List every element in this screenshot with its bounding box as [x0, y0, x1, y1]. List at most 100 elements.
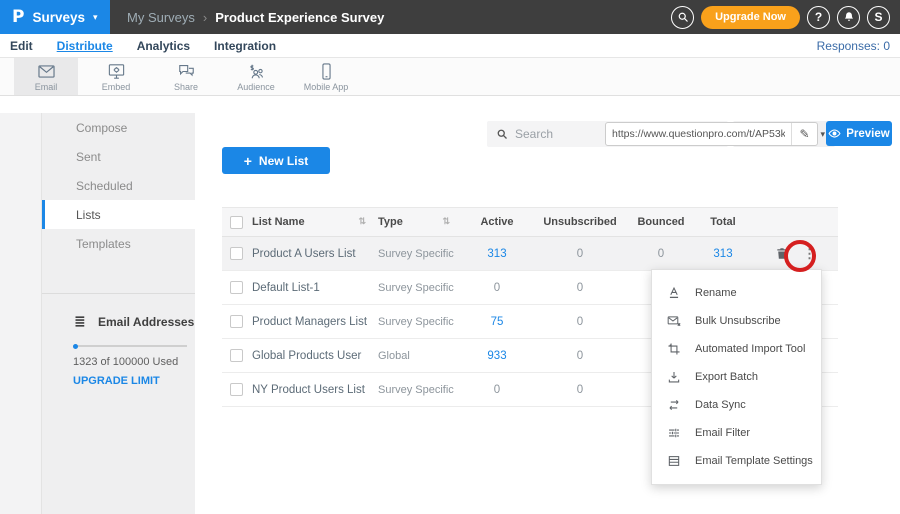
column-header-unsubscribed: Unsubscribed — [532, 216, 628, 228]
sidebar-item-scheduled[interactable]: Scheduled — [42, 171, 195, 200]
list-name-link[interactable]: Default List-1 — [252, 282, 378, 294]
row-checkbox[interactable] — [230, 315, 243, 328]
help-button[interactable]: ? — [807, 6, 830, 29]
breadcrumb-my-surveys[interactable]: My Surveys — [127, 10, 195, 25]
active-count[interactable]: 313 — [462, 248, 532, 260]
list-name-link[interactable]: NY Product Users List — [252, 384, 378, 396]
menu-item-export-batch[interactable]: Export Batch — [652, 363, 821, 391]
envelope-remove-icon — [667, 314, 681, 328]
channel-tab-mobile-app[interactable]: Mobile App — [294, 58, 358, 95]
channel-tab-embed[interactable]: Embed — [84, 58, 148, 95]
eye-icon — [828, 127, 841, 140]
email-usage-text: 1323 of 100000 Used — [73, 356, 195, 368]
active-count[interactable]: 933 — [462, 350, 532, 362]
sidebar-item-compose[interactable]: Compose — [42, 113, 195, 142]
responses-count[interactable]: Responses: 0 — [817, 39, 890, 53]
channel-tab-label: Audience — [237, 82, 275, 92]
surveys-product-menu[interactable]: P Surveys ▾ — [0, 0, 110, 34]
nav-tab-analytics[interactable]: Analytics — [137, 39, 190, 53]
user-avatar[interactable]: S — [867, 6, 890, 29]
breadcrumb: My Surveys › Product Experience Survey — [127, 10, 384, 25]
column-header-active: Active — [462, 216, 532, 228]
channel-tab-email[interactable]: Email — [14, 58, 78, 95]
nav-tab-integration[interactable]: Integration — [214, 39, 276, 53]
sidebar-item-lists[interactable]: Lists — [42, 200, 195, 229]
row-checkbox[interactable] — [230, 281, 243, 294]
list-type: Survey Specific — [378, 384, 462, 396]
distribute-toolbar: Email Embed Share Audience Mobile App ✎ … — [0, 58, 900, 96]
table-row: Product A Users List Survey Specific 313… — [222, 237, 838, 271]
unsubscribed-count: 0 — [532, 350, 628, 362]
bounced-count: 0 — [628, 248, 694, 260]
unsubscribed-count: 0 — [532, 316, 628, 328]
channel-tab-audience[interactable]: Audience — [224, 58, 288, 95]
left-gutter — [0, 113, 41, 514]
channel-tab-share[interactable]: Share — [154, 58, 218, 95]
sort-icon[interactable]: ⇅ — [442, 216, 450, 227]
questionpro-logo-icon: P — [12, 7, 24, 27]
list-name-link[interactable]: Product A Users List — [252, 248, 378, 260]
menu-item-email-filter[interactable]: Email Filter — [652, 419, 821, 447]
upgrade-now-button[interactable]: Upgrade Now — [701, 6, 800, 29]
app-window: P Surveys ▾ My Surveys › Product Experie… — [0, 0, 900, 514]
delete-list-button[interactable] — [775, 246, 789, 261]
row-checkbox[interactable] — [230, 349, 243, 362]
search-icon — [677, 11, 689, 23]
channel-tab-label: Share — [174, 82, 198, 92]
edit-url-button[interactable]: ✎ — [791, 123, 817, 145]
crop-icon — [667, 342, 681, 356]
nav-tab-edit[interactable]: Edit — [10, 39, 33, 53]
active-count[interactable]: 0 — [462, 282, 532, 294]
product-menu-label: Surveys — [32, 10, 85, 25]
active-count[interactable]: 75 — [462, 316, 532, 328]
row-checkbox[interactable] — [230, 383, 243, 396]
breadcrumb-survey-title: Product Experience Survey — [215, 10, 384, 25]
download-icon — [667, 370, 681, 384]
table-header-row: List Name⇅ Type⇅ Active Unsubscribed Bou… — [222, 207, 838, 237]
active-count[interactable]: 0 — [462, 384, 532, 396]
menu-item-rename[interactable]: Rename — [652, 279, 821, 307]
upgrade-limit-link[interactable]: UPGRADE LIMIT — [73, 375, 195, 387]
menu-item-automated-import-tool[interactable]: Automated Import Tool — [652, 335, 821, 363]
list-actions-context-menu: Rename Bulk Unsubscribe Automated Import… — [651, 269, 822, 485]
top-bar: P Surveys ▾ My Surveys › Product Experie… — [0, 0, 900, 34]
channel-tab-label: Embed — [102, 82, 131, 92]
survey-url-input[interactable] — [606, 128, 791, 140]
breadcrumb-separator-icon: › — [203, 10, 207, 25]
new-list-button[interactable]: + New List — [222, 147, 330, 174]
sidebar-item-templates[interactable]: Templates — [42, 229, 195, 258]
plus-icon: + — [244, 153, 252, 169]
menu-item-data-sync[interactable]: Data Sync — [652, 391, 821, 419]
global-search-button[interactable] — [671, 6, 694, 29]
envelope-icon — [37, 62, 56, 81]
row-more-actions-button[interactable]: ⋮ — [803, 247, 816, 260]
notifications-button[interactable] — [837, 6, 860, 29]
nav-tab-distribute[interactable]: Distribute — [57, 39, 113, 53]
menu-item-bulk-unsubscribe[interactable]: Bulk Unsubscribe — [652, 307, 821, 335]
list-lines-icon — [73, 314, 88, 329]
chevron-down-icon: ▾ — [93, 12, 98, 23]
list-type: Survey Specific — [378, 282, 462, 294]
email-usage-progressbar — [73, 345, 187, 347]
preview-button[interactable]: Preview — [826, 121, 892, 146]
email-addresses-panel: Email Addresses 1323 of 100000 Used UPGR… — [42, 294, 195, 387]
list-name-link[interactable]: Global Products User — [252, 350, 378, 362]
search-icon — [496, 128, 508, 140]
chevron-down-icon: ▾ — [820, 129, 825, 140]
sort-icon[interactable]: ⇅ — [358, 216, 366, 227]
sync-arrows-icon — [667, 398, 681, 412]
channel-tab-label: Email — [35, 82, 58, 92]
topbar-actions: Upgrade Now ? S — [671, 6, 900, 29]
bell-icon — [843, 11, 855, 23]
smartphone-icon — [317, 62, 336, 81]
sidebar-item-sent[interactable]: Sent — [42, 142, 195, 171]
select-all-checkbox[interactable] — [230, 216, 243, 229]
trash-icon — [775, 246, 789, 261]
list-name-link[interactable]: Product Managers List — [252, 316, 378, 328]
menu-item-email-template-settings[interactable]: Email Template Settings — [652, 447, 821, 475]
column-header-bounced: Bounced — [628, 216, 694, 228]
document-lines-icon — [667, 454, 681, 468]
row-checkbox[interactable] — [230, 247, 243, 260]
total-count[interactable]: 313 — [694, 248, 752, 260]
monitor-gear-icon — [107, 62, 126, 81]
